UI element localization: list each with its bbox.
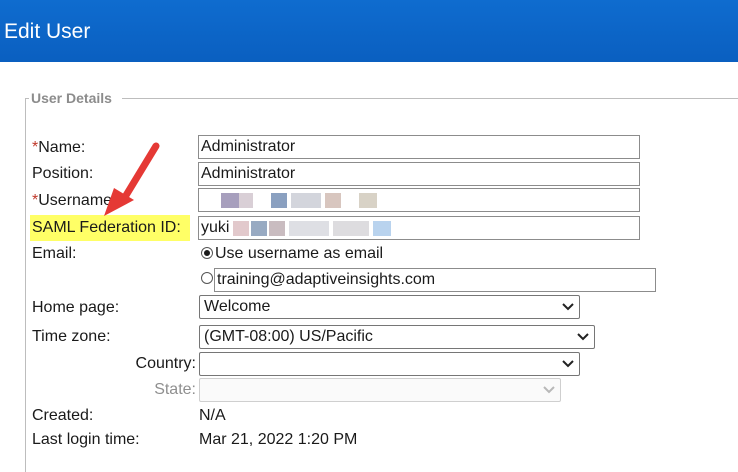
saml-federation-id-value: yuki (201, 219, 230, 236)
fieldset-border (122, 98, 738, 99)
email-use-username-label: Use username as email (215, 245, 384, 262)
chevron-down-icon (562, 360, 574, 368)
state-select[interactable] (199, 378, 561, 402)
name-label: *Name: (32, 138, 85, 158)
chevron-down-icon (577, 333, 589, 341)
country-label: Country: (135, 355, 196, 372)
position-input[interactable]: Administrator (198, 162, 640, 186)
redacted-block (359, 193, 377, 208)
page-title: Edit User (4, 20, 91, 43)
email-use-username-radio[interactable] (201, 247, 213, 259)
last-login-value: Mar 21, 2022 1:20 PM (199, 431, 358, 448)
redacted-block (289, 221, 329, 236)
section-legend: User Details (31, 90, 112, 106)
created-value: N/A (199, 407, 226, 424)
home-page-label: Home page: (32, 299, 120, 316)
created-label: Created: (32, 407, 94, 424)
country-select[interactable] (199, 352, 580, 376)
redacted-block (291, 193, 321, 208)
redacted-block (233, 221, 249, 236)
redacted-block (325, 193, 341, 208)
time-zone-select[interactable]: (GMT-08:00) US/Pacific (199, 325, 595, 349)
time-zone-selected: (GMT-08:00) US/Pacific (204, 328, 373, 345)
username-input[interactable] (198, 188, 640, 212)
time-zone-label: Time zone: (32, 328, 111, 345)
redacted-block (271, 193, 287, 208)
email-custom-input[interactable]: training@adaptiveinsights.com (214, 268, 656, 292)
redacted-block (269, 221, 285, 236)
page-header: Edit User (0, 0, 738, 62)
name-input[interactable]: Administrator (198, 135, 640, 159)
saml-federation-id-input[interactable]: yuki (198, 216, 640, 240)
redacted-block (333, 221, 369, 236)
position-label: Position: (32, 165, 94, 182)
chevron-down-icon (543, 386, 555, 394)
redacted-block (251, 221, 267, 236)
redacted-block (239, 193, 253, 208)
last-login-label: Last login time: (32, 431, 140, 448)
state-label: State: (154, 381, 196, 398)
redacted-block (221, 193, 239, 208)
name-label-text: Name: (38, 139, 86, 156)
fieldset-border (25, 98, 26, 472)
redacted-block (373, 221, 391, 236)
radio-selected-dot (204, 250, 210, 256)
email-custom-radio[interactable] (201, 272, 213, 284)
red-arrow-annotation-icon (104, 142, 160, 216)
home-page-selected: Welcome (204, 298, 271, 315)
email-label: Email: (32, 245, 77, 262)
chevron-down-icon (562, 303, 574, 311)
home-page-select[interactable]: Welcome (199, 295, 580, 319)
